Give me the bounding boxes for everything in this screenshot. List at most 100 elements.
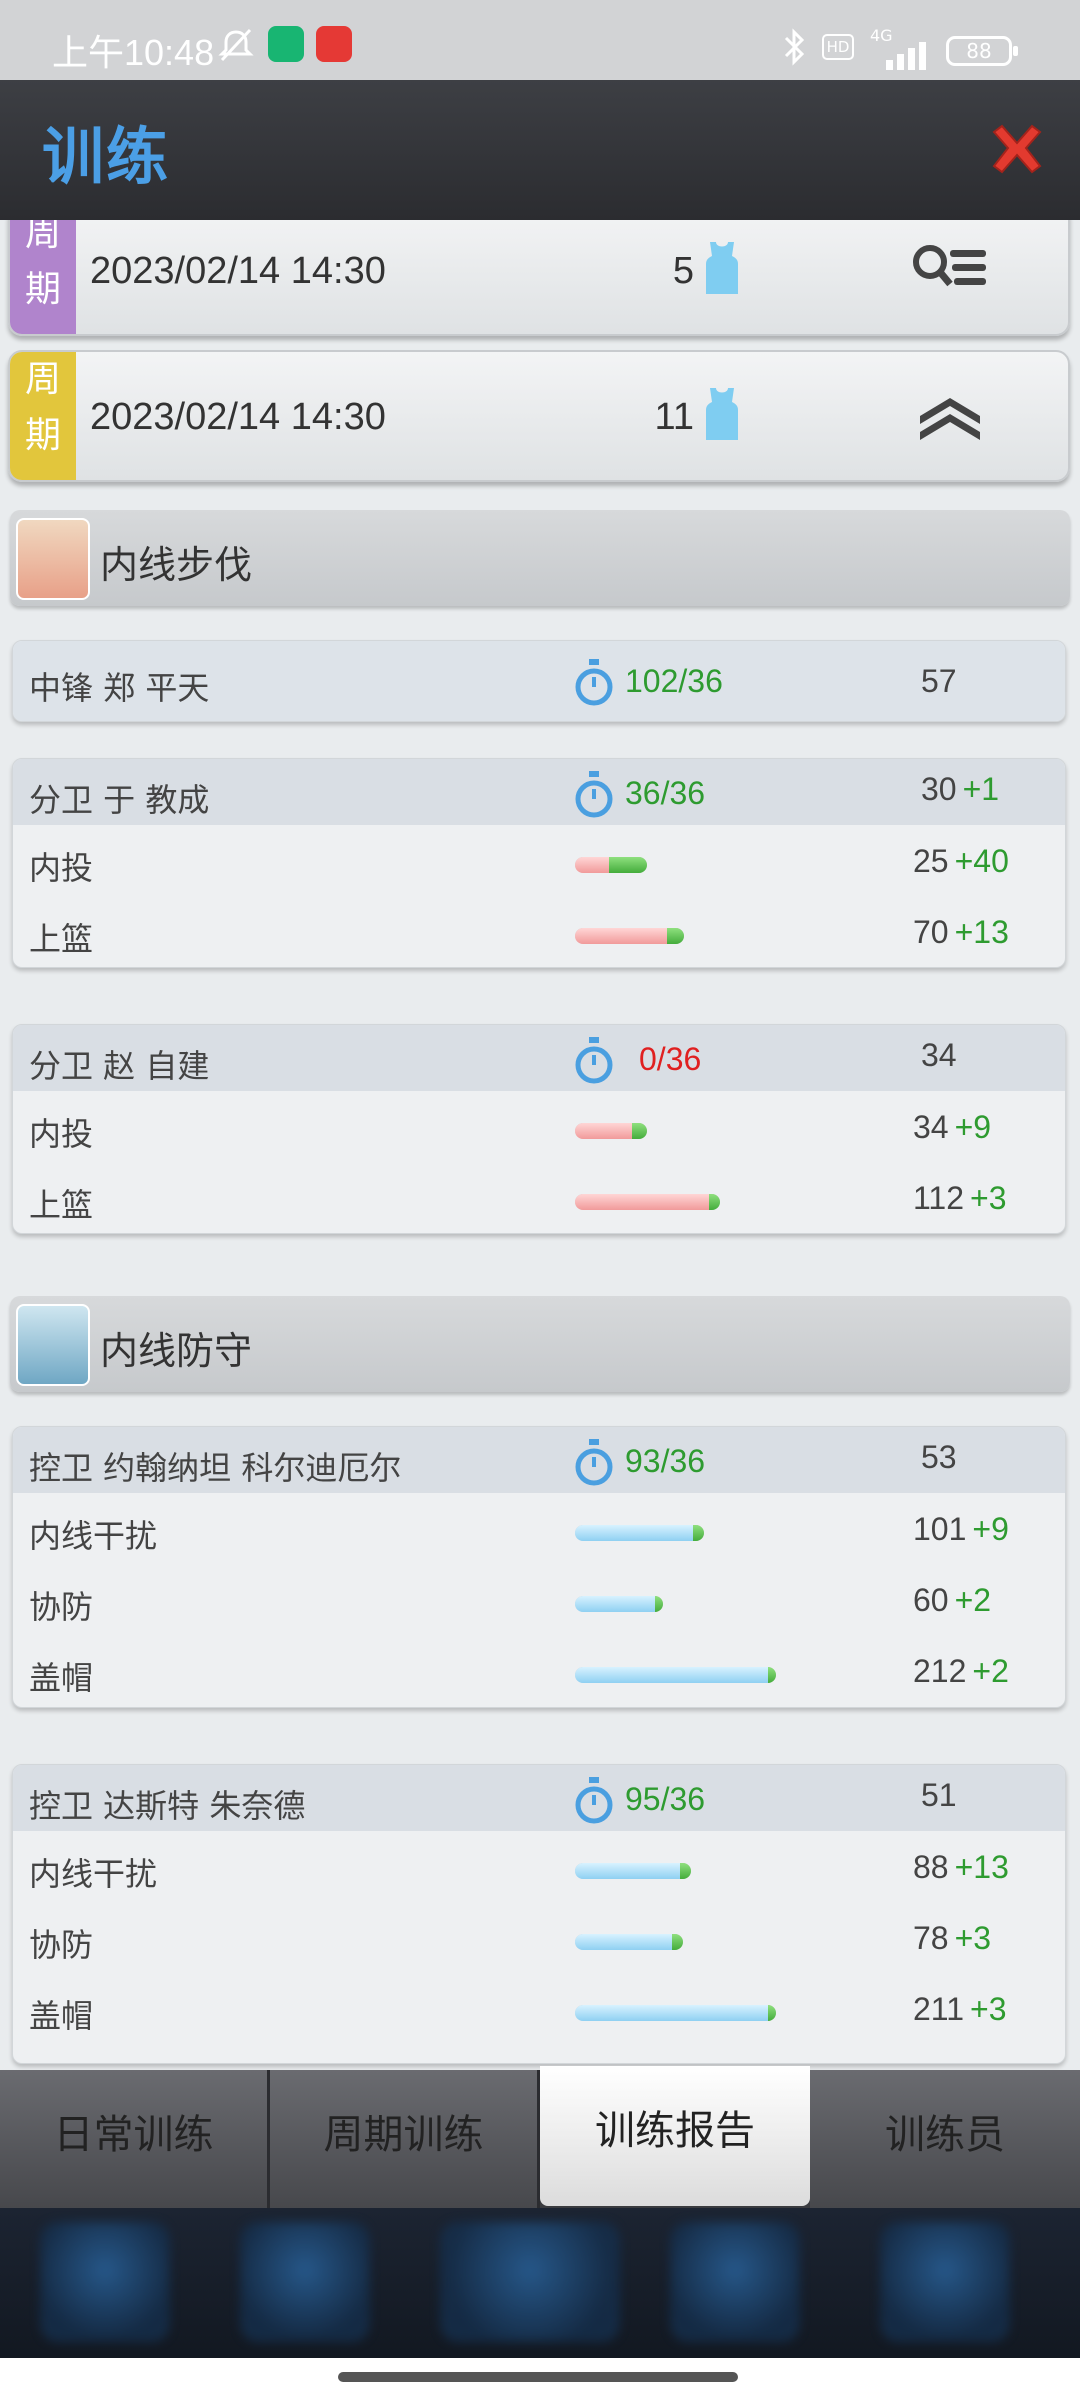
status-time: 上午10:48 [52,32,215,73]
cycle-tag: 周期 [10,220,76,334]
skill-value-number: 78 [913,1920,949,1956]
overall-value: 57 [921,663,957,699]
skill-row: 内投 25 +40 [13,825,1065,896]
gesture-bar [0,2358,1080,2400]
skill-label: 内线干扰 [29,1517,158,1555]
tab-daily-training[interactable]: 日常训练 [0,2070,270,2208]
tab-cycle-training[interactable]: 周期训练 [270,2070,540,2208]
home-indicator[interactable] [338,2372,738,2382]
skill-value: 212 +2 [913,1653,1009,1690]
player-name: 控卫 达斯特 朱奈德 [29,1787,306,1825]
skill-label: 协防 [29,1926,94,1964]
drill-image [16,518,90,600]
skill-value-number: 88 [913,1849,949,1885]
player-card[interactable]: 控卫 约翰纳坦 科尔迪厄尔 93/36 53 内线干扰 101 +9 协防 60 +… [12,1426,1066,1708]
player-name: 分卫 于 教成 [29,781,210,819]
skill-label: 内投 [29,849,94,887]
app-notification-icon-2 [316,26,352,62]
section-title: 内线防守 [100,1329,253,1373]
player-card[interactable]: 中锋 郑 平天 102/36 57 [12,640,1066,722]
overall-rating: 34 [921,1037,963,1074]
skill-row: 上篮 112 +3 [13,1162,1065,1233]
player-name: 控卫 约翰纳坦 科尔迪厄尔 [29,1449,402,1487]
stopwatch-icon [575,1439,613,1486]
skill-bar [575,1934,683,1950]
cycle-row[interactable]: 周期 2023/02/14 14:30 11 [8,350,1070,482]
overall-rating: 57 [921,663,963,700]
skill-label: 盖帽 [29,1659,94,1697]
overall-gain: +1 [962,771,1000,807]
skill-bar [575,1194,720,1210]
stopwatch-icon [575,771,613,818]
skill-label: 上篮 [29,920,94,958]
player-card[interactable]: 控卫 达斯特 朱奈德 95/36 51 内线干扰 88 +13 协防 78 +3 盖… [12,1764,1066,2064]
skill-row: 盖帽 211 +3 [13,1973,1065,2044]
skill-row: 协防 78 +3 [13,1902,1065,1973]
skill-bar [575,1123,647,1139]
cycle-tag-label: 周期 [24,359,61,456]
section-header[interactable]: 内线防守 [10,1296,1070,1392]
search-list-icon[interactable] [910,240,990,296]
player-card-header: 控卫 约翰纳坦 科尔迪厄尔 93/36 53 [13,1427,1065,1493]
skill-value-number: 112 [913,1180,965,1216]
blurred-nav-icon [670,2222,800,2342]
player-name: 中锋 郑 平天 [29,669,210,707]
jersey-icon [706,388,738,440]
cycle-tag-label: 周期 [24,220,61,310]
skill-label: 盖帽 [29,1997,94,2035]
skill-value: 34 +9 [913,1109,991,1146]
overall-value: 53 [921,1439,957,1475]
player-card-header: 控卫 达斯特 朱奈德 95/36 51 [13,1765,1065,1831]
cycle-player-count: 11 [654,396,694,438]
close-button[interactable] [986,118,1048,180]
blurred-nav-icon [440,2222,620,2342]
overall-value: 30 [921,771,957,807]
tab-trainers[interactable]: 训练员 [810,2070,1080,2208]
skill-value-number: 34 [913,1109,949,1145]
cycle-row[interactable]: 周期 2023/02/14 14:30 5 [8,220,1070,336]
skill-value-number: 211 [913,1991,965,2027]
overall-rating: 53 [921,1439,963,1476]
skill-gain: +9 [954,1109,992,1145]
skill-label: 内线干扰 [29,1855,158,1893]
tab-training-report[interactable]: 训练报告 [540,2066,810,2206]
progress-text: 93/36 [625,1443,706,1479]
skill-value-number: 101 [913,1511,967,1547]
stopwatch-icon [575,1777,613,1824]
cycle-date: 2023/02/14 14:30 [90,250,386,292]
skill-value-number: 212 [913,1653,967,1689]
skill-bar [575,857,647,873]
skill-row: 上篮 70 +13 [13,896,1065,967]
skill-gain: +9 [972,1511,1009,1547]
stopwatch-icon [575,659,613,706]
skill-bar [575,1667,776,1683]
hd-icon: HD [822,34,854,60]
skill-value: 101 +9 [913,1511,1009,1548]
skill-gain: +40 [954,843,1009,879]
battery-icon: 88 [946,36,1018,66]
report-list[interactable]: 周期 2023/02/14 14:30 5 周期 2023/02/14 14:3… [0,220,1080,2070]
skill-gain: +2 [972,1653,1009,1689]
player-card-header: 中锋 郑 平天 102/36 57 [13,641,1065,721]
skill-gain: +2 [954,1582,992,1618]
skill-bar [575,1525,704,1541]
stopwatch-icon [575,1037,613,1084]
section-header[interactable]: 内线步伐 [10,510,1070,606]
player-card[interactable]: 分卫 赵 自建 0/36 34 内投 34 +9 上篮 112 +3 [12,1024,1066,1234]
overall-value: 51 [921,1777,957,1813]
player-card[interactable]: 分卫 于 教成 36/36 30 +1 内投 25 +40 上篮 70 +13 [12,758,1066,968]
skill-value: 70 +13 [913,914,1009,951]
app-notification-icon [268,26,304,62]
skill-gain: +13 [954,1849,1009,1885]
skill-value: 88 +13 [913,1849,1009,1886]
collapse-icon[interactable] [910,386,990,442]
progress-text: 0/36 [639,1041,702,1077]
cycle-player-count: 5 [672,250,694,292]
skill-gain: +3 [954,1920,992,1956]
skill-label: 协防 [29,1588,94,1626]
skill-label: 内投 [29,1115,94,1153]
skill-gain: +3 [970,1991,1007,2027]
tab-bar: 日常训练 周期训练 训练报告 训练员 [0,2066,1080,2208]
skill-bar [575,928,684,944]
skill-row: 协防 60 +2 [13,1564,1065,1635]
